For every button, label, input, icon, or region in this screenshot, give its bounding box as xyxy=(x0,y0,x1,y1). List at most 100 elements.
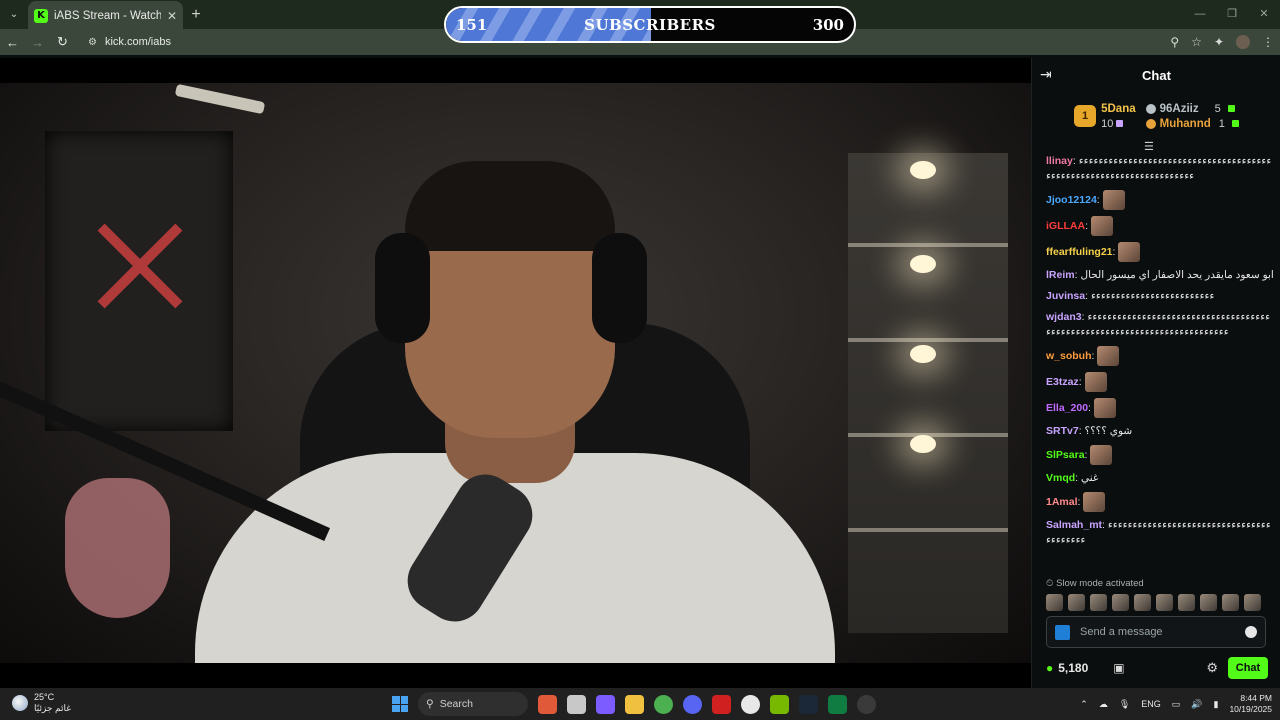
chat-username[interactable]: llinay xyxy=(1046,155,1073,167)
network-icon[interactable]: ▭ xyxy=(1172,699,1181,710)
chat-message: 1Amal: xyxy=(1046,492,1275,512)
steam-icon[interactable] xyxy=(799,694,818,714)
chrome-icon[interactable] xyxy=(654,694,673,714)
discord-icon[interactable] xyxy=(683,694,702,714)
emote-button[interactable] xyxy=(1068,594,1085,611)
nvidia-icon[interactable] xyxy=(770,694,789,714)
gift-sub-icon[interactable]: ▣ xyxy=(1113,661,1124,675)
emote-button[interactable] xyxy=(1222,594,1239,611)
minimize-icon[interactable]: — xyxy=(1184,0,1216,29)
windows-start-icon[interactable] xyxy=(392,696,408,712)
reload-icon[interactable]: ↻ xyxy=(50,34,75,50)
emote-button[interactable] xyxy=(1090,594,1107,611)
emote-button[interactable] xyxy=(1156,594,1173,611)
taskbar-search[interactable]: ⚲ Search xyxy=(418,692,528,716)
chat-message: SRTv7: شوي ؟؟؟؟ xyxy=(1046,425,1133,437)
onedrive-icon[interactable]: ☁ xyxy=(1099,699,1108,710)
chat-message-input[interactable] xyxy=(1080,626,1235,638)
chat-username[interactable]: Salmah_mt xyxy=(1046,519,1102,531)
tray-chevron-icon[interactable]: ⌃ xyxy=(1080,699,1088,710)
app-icon[interactable] xyxy=(712,694,731,714)
send-chat-button[interactable]: Chat xyxy=(1228,657,1268,679)
clock-date: 10/19/2025 xyxy=(1229,704,1272,714)
browser-menu-icon[interactable]: ⋮ xyxy=(1262,35,1274,49)
video-player[interactable] xyxy=(0,58,1031,688)
leaderboard-second-count: 5 xyxy=(1214,102,1221,115)
chat-emote xyxy=(1090,445,1113,465)
search-label: Search xyxy=(439,698,473,710)
chat-username[interactable]: iGLLAA xyxy=(1046,220,1085,232)
chat-message: Vmqd: غني xyxy=(1046,472,1099,484)
channel-points[interactable]: ● 5,180 xyxy=(1046,661,1088,675)
chat-message-text: ءءءءءءءءءءءءءءءءءءءءءءءءء xyxy=(1090,290,1215,302)
battery-icon[interactable]: ▮ xyxy=(1214,699,1219,710)
chat-emote xyxy=(1084,372,1107,392)
chat-username[interactable]: Juvinsa xyxy=(1046,290,1085,302)
app-icon[interactable] xyxy=(857,694,876,714)
emote-quick-bar xyxy=(1046,594,1271,614)
chat-message-text: شوي ؟؟؟؟ xyxy=(1084,425,1133,437)
new-tab-button[interactable]: + xyxy=(183,6,209,24)
leaderboard-first-name: 5Dana xyxy=(1101,102,1136,115)
weather-temperature: 25°C xyxy=(34,692,55,702)
weather-widget[interactable]: 25°C غائم جزئيًا xyxy=(12,692,71,714)
copilot-icon[interactable] xyxy=(596,694,615,714)
extensions-icon[interactable]: ✦ xyxy=(1214,35,1224,49)
clock[interactable]: 8:44 PM 10/19/2025 xyxy=(1229,693,1272,715)
obs-icon[interactable] xyxy=(741,694,760,714)
close-tab-icon[interactable]: ✕ xyxy=(167,9,177,23)
emote-button[interactable] xyxy=(1046,594,1063,611)
browser-tab[interactable]: K iABS Stream - Watch Live on Kick ✕ xyxy=(28,1,183,30)
bookmark-star-icon[interactable]: ☆ xyxy=(1191,35,1202,49)
expand-leaderboard-icon[interactable]: ☰ xyxy=(1144,140,1154,153)
chat-username[interactable]: SRTv7 xyxy=(1046,425,1079,437)
task-view-icon[interactable] xyxy=(567,694,586,714)
emote-button[interactable] xyxy=(1178,594,1195,611)
leaderboard-third[interactable]: Muhannd 1 xyxy=(1145,118,1239,130)
leaderboard-first[interactable]: 1 5Dana 10 xyxy=(1074,103,1136,130)
toolbar-actions: ⚲ ☆ ✦ ⋮ xyxy=(1170,29,1274,55)
restore-icon[interactable]: ❐ xyxy=(1216,0,1248,29)
chat-username[interactable]: lReim xyxy=(1046,269,1075,281)
points-value: 5,180 xyxy=(1058,661,1089,675)
leaderboard-second[interactable]: 96Aziiz 5 xyxy=(1145,102,1239,115)
chat-username[interactable]: wjdan3 xyxy=(1046,311,1082,323)
excel-icon[interactable] xyxy=(828,694,847,714)
zoom-icon[interactable]: ⚲ xyxy=(1170,35,1179,49)
emote-button[interactable] xyxy=(1244,594,1261,611)
slow-mode-text: Slow mode activated xyxy=(1056,578,1144,589)
chat-username[interactable]: ffearffuling21 xyxy=(1046,246,1113,258)
back-arrow-icon[interactable]: ← xyxy=(0,35,25,50)
chat-emote xyxy=(1097,346,1120,366)
gift-icon xyxy=(1227,105,1235,112)
file-explorer-icon[interactable] xyxy=(625,694,644,714)
chat-header: ⇥ Chat xyxy=(1032,58,1280,92)
emoji-picker-icon[interactable] xyxy=(1245,626,1257,638)
emote-button[interactable] xyxy=(1200,594,1217,611)
chat-username[interactable]: SlPsara xyxy=(1046,449,1085,461)
microphone-icon[interactable]: 🎙 xyxy=(1119,699,1130,710)
chat-username[interactable]: Ella_200 xyxy=(1046,402,1088,414)
chat-username[interactable]: 1Amal xyxy=(1046,496,1078,508)
chat-settings-icon[interactable]: ⚙ xyxy=(1206,660,1218,676)
chat-title: Chat xyxy=(1142,67,1171,83)
kick-emote-icon[interactable] xyxy=(1055,624,1070,640)
emote-button[interactable] xyxy=(1112,594,1129,611)
close-window-icon[interactable]: ✕ xyxy=(1248,0,1280,29)
site-info-icon[interactable]: ⚙ xyxy=(88,37,97,48)
collapse-chat-icon[interactable]: ⇥ xyxy=(1040,66,1052,83)
stream-video-frame xyxy=(0,83,1031,663)
chat-emote xyxy=(1102,190,1125,210)
forward-arrow-icon[interactable]: → xyxy=(25,35,50,50)
system-tray: ⌃ ☁ 🎙 ENG ▭ 🔊 ▮ 8:44 PM 10/19/2025 xyxy=(1080,688,1272,720)
chat-username[interactable]: w_sobuh xyxy=(1046,350,1092,362)
volume-icon[interactable]: 🔊 xyxy=(1191,699,1202,710)
chat-username[interactable]: Vmqd xyxy=(1046,472,1075,484)
widgets-app-icon[interactable] xyxy=(538,694,557,714)
chat-username[interactable]: E3tzaz xyxy=(1046,376,1079,388)
language-indicator[interactable]: ENG xyxy=(1141,699,1161,709)
tab-search-chevron-icon[interactable]: ⌄ xyxy=(0,0,28,29)
emote-button[interactable] xyxy=(1134,594,1151,611)
profile-avatar[interactable] xyxy=(1236,35,1250,49)
chat-username[interactable]: Jjoo12124 xyxy=(1046,194,1097,206)
